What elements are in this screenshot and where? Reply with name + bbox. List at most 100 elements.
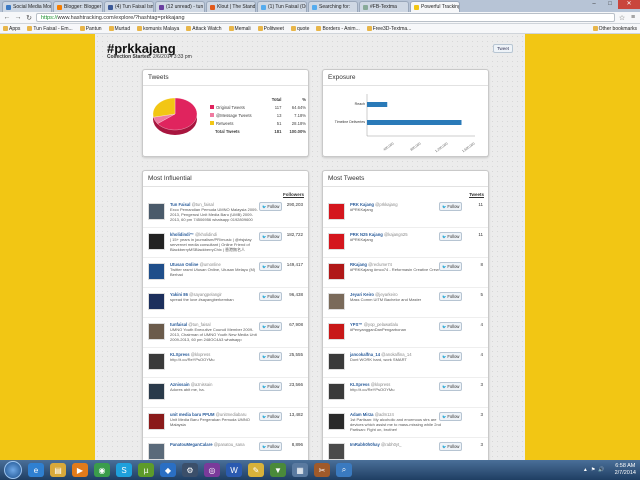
- avatar[interactable]: [148, 383, 165, 400]
- avatar[interactable]: [328, 293, 345, 310]
- browser-tab[interactable]: (1) Tun Faisal (Or: [257, 1, 307, 12]
- forward-icon[interactable]: →: [14, 14, 22, 21]
- chrome-icon[interactable]: ◉: [94, 463, 110, 477]
- bookmark-item[interactable]: Murtad: [108, 26, 130, 32]
- close-icon[interactable]: ✕: [618, 0, 640, 9]
- menu-icon[interactable]: ≡: [629, 14, 637, 21]
- avatar[interactable]: [148, 233, 165, 250]
- steam-icon[interactable]: ⚙: [182, 463, 198, 477]
- follow-button[interactable]: Follow: [439, 232, 463, 241]
- user-bio: Mass Comm UiTM Bachelor and Master: [350, 297, 422, 302]
- legend-swatch: [210, 113, 214, 118]
- bookmark-item[interactable]: Free3D-Textma...: [366, 26, 411, 32]
- avatar[interactable]: [148, 203, 165, 220]
- bookmark-item[interactable]: Politweet: [257, 26, 284, 32]
- avatar[interactable]: [328, 413, 345, 430]
- bookmark-item[interactable]: quote: [290, 26, 309, 32]
- follow-button[interactable]: Follow: [259, 412, 283, 421]
- dropbox-icon[interactable]: ◆: [160, 463, 176, 477]
- avatar[interactable]: [328, 383, 345, 400]
- url-field[interactable]: https://www.hashtracking.com/explore/?ha…: [36, 13, 615, 22]
- reload-icon[interactable]: ↻: [25, 14, 33, 22]
- minimize-icon[interactable]: –: [586, 0, 602, 9]
- bookmark-item[interactable]: Pantun: [79, 26, 102, 32]
- calculator-icon[interactable]: ▦: [292, 463, 308, 477]
- action-center-icon[interactable]: ⚑: [591, 467, 595, 473]
- follow-button[interactable]: Follow: [259, 232, 283, 241]
- follow-button[interactable]: Follow: [439, 322, 463, 331]
- follow-button[interactable]: Follow: [259, 262, 283, 271]
- user-metric-value: 23,566: [289, 382, 303, 387]
- follow-button[interactable]: Follow: [259, 442, 283, 451]
- media-player-icon[interactable]: ▶: [72, 463, 88, 477]
- x-tick-label: 1,200,000: [434, 141, 448, 153]
- follow-button[interactable]: Follow: [439, 412, 463, 421]
- bookmark-item[interactable]: Memali: [228, 26, 251, 32]
- follow-button[interactable]: Follow: [259, 322, 283, 331]
- follow-button[interactable]: Follow: [439, 292, 463, 301]
- back-icon[interactable]: ←: [3, 14, 11, 21]
- browser-tab[interactable]: Blogger: Blogger: [53, 1, 103, 12]
- avatar[interactable]: [148, 263, 165, 280]
- clock[interactable]: 6:58 AM 2/7/2014: [615, 463, 636, 477]
- follow-button[interactable]: Follow: [259, 202, 283, 211]
- legend-swatch: [210, 121, 214, 126]
- torrent-icon[interactable]: ▼: [270, 463, 286, 477]
- search-app-icon[interactable]: ⌕: [336, 463, 352, 477]
- avatar[interactable]: [148, 353, 165, 370]
- avatar[interactable]: [328, 203, 345, 220]
- word-icon[interactable]: W: [226, 463, 242, 477]
- browser-tab[interactable]: Social Media Mon: [2, 1, 52, 12]
- bookmark-item[interactable]: Borders - Anim...: [316, 26, 360, 32]
- avatar[interactable]: [148, 293, 165, 310]
- browser-tab[interactable]: Powerful Tracking: [410, 1, 460, 12]
- tweet-button[interactable]: Tweet: [492, 44, 513, 53]
- avatar[interactable]: [328, 323, 345, 340]
- follow-button[interactable]: Follow: [439, 352, 463, 361]
- utorrent-icon[interactable]: µ: [138, 463, 154, 477]
- user-row: Utusan Online @umonline Twitter rasmi Utu…: [143, 258, 308, 288]
- tool-icon[interactable]: ✂: [314, 463, 330, 477]
- show-hidden-icons-icon[interactable]: ▲: [583, 467, 588, 473]
- follow-button[interactable]: Follow: [439, 442, 463, 451]
- paint-icon[interactable]: ✎: [248, 463, 264, 477]
- star-icon[interactable]: ☆: [618, 14, 626, 22]
- follow-button[interactable]: Follow: [439, 202, 463, 211]
- follow-button[interactable]: Follow: [259, 382, 283, 391]
- bookmark-item[interactable]: Attack Watch: [186, 26, 222, 32]
- user-row: Adam Mirza @adm1z4 1st Partisan: My alcoh…: [323, 408, 488, 438]
- browser-tab[interactable]: Klout | The Standa: [206, 1, 256, 12]
- avatar[interactable]: [328, 233, 345, 250]
- follow-button[interactable]: Follow: [259, 292, 283, 301]
- user-bio: Exco Pemandian Pemuda UMNO Malaysia 2009…: [170, 207, 258, 222]
- other-bookmarks[interactable]: Other bookmarks: [592, 26, 637, 32]
- avatar[interactable]: [328, 353, 345, 370]
- bookmark-folder-icon: [366, 26, 372, 31]
- bookmark-item[interactable]: komunis Malaya: [137, 26, 179, 32]
- ie-icon[interactable]: e: [28, 463, 44, 477]
- total-pct: 100.00%: [289, 128, 306, 134]
- folder-icon[interactable]: ▤: [50, 463, 66, 477]
- avatar[interactable]: [148, 413, 165, 430]
- browser-tab[interactable]: (4) Tun Faisal Isma: [104, 1, 154, 12]
- user-bio: [350, 447, 442, 460]
- user-row: PRK Kajang @prkkajang#PRKKajangFollow11: [323, 198, 488, 228]
- skype-icon[interactable]: S: [116, 463, 132, 477]
- follow-button[interactable]: Follow: [259, 352, 283, 361]
- browser-tab[interactable]: #FB-Textma: [359, 1, 409, 12]
- browser-tab[interactable]: (12 unread) - tun: [155, 1, 205, 12]
- avatar[interactable]: [328, 443, 345, 460]
- follow-button[interactable]: Follow: [439, 262, 463, 271]
- avatar[interactable]: [148, 443, 165, 460]
- avatar[interactable]: [148, 323, 165, 340]
- user-bio: http://t.co/ReYPsOOYMu: [350, 387, 395, 392]
- follow-button[interactable]: Follow: [439, 382, 463, 391]
- games-icon[interactable]: ◎: [204, 463, 220, 477]
- bookmark-item[interactable]: Tun Faisal - Em...: [27, 26, 73, 32]
- volume-icon[interactable]: 🔊: [598, 467, 604, 473]
- maximize-icon[interactable]: □: [602, 0, 618, 9]
- start-button[interactable]: [4, 461, 22, 479]
- avatar[interactable]: [328, 263, 345, 280]
- browser-tab[interactable]: Searching for:: [308, 1, 358, 12]
- bookmark-item[interactable]: Apps: [3, 26, 20, 32]
